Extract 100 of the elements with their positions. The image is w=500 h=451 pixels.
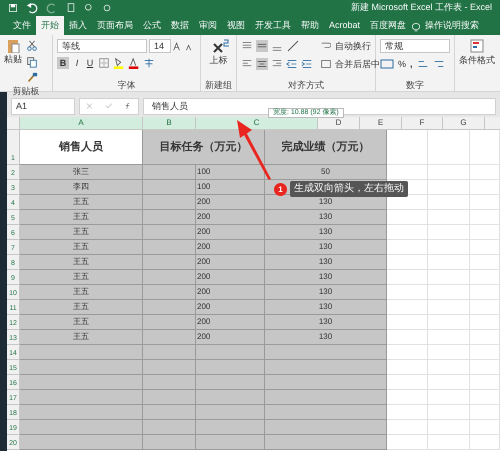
fill-color-icon[interactable]: [113, 56, 125, 70]
font-name-select[interactable]: 等线: [57, 39, 147, 53]
bold-button[interactable]: B: [57, 57, 69, 69]
increase-indent-icon[interactable]: [301, 57, 313, 71]
table-cell: [196, 405, 265, 420]
ribbon-tab[interactable]: 审阅: [194, 16, 222, 35]
table-cell: [143, 285, 196, 300]
table-cell: [470, 165, 500, 180]
merge-center-button[interactable]: 合并后居中: [321, 57, 380, 71]
table-cell: 200: [196, 270, 265, 285]
number-format-select[interactable]: 常规: [380, 39, 450, 53]
table-cell: [387, 210, 428, 225]
column-header[interactable]: E: [360, 117, 402, 129]
orientation-icon[interactable]: [286, 39, 300, 53]
phonetic-icon[interactable]: [143, 56, 155, 70]
group-label: 对齐方式: [287, 79, 325, 91]
table-cell: [143, 255, 196, 270]
table-cell: [470, 210, 500, 225]
undo-icon[interactable]: [26, 1, 38, 15]
italic-button[interactable]: I: [72, 57, 82, 69]
ribbon-tab[interactable]: 视图: [222, 16, 250, 35]
table-cell: [428, 210, 470, 225]
ribbon-tab[interactable]: 公式: [138, 16, 166, 35]
callout-label: 生成双向箭头，左右拖动: [290, 181, 408, 197]
column-header[interactable]: A: [20, 117, 143, 129]
decrease-indent-icon[interactable]: [286, 57, 298, 71]
table-cell: [470, 130, 500, 165]
ribbon-tab[interactable]: 帮助: [296, 16, 324, 35]
font-color-icon[interactable]: [128, 56, 140, 70]
tell-me-search[interactable]: 操作说明搜索: [421, 16, 484, 35]
scissors-icon[interactable]: [26, 39, 38, 53]
table-cell: [387, 225, 428, 240]
ribbon-tab[interactable]: 开始: [36, 16, 64, 35]
table-cell: [428, 225, 470, 240]
table-cell: [196, 420, 265, 435]
table-cell: [470, 240, 500, 255]
paintbrush-icon[interactable]: [26, 71, 38, 85]
copy-icon[interactable]: [26, 55, 38, 69]
ribbon-tab[interactable]: 百度网盘: [365, 16, 412, 35]
table-cell: [470, 360, 500, 375]
table-cell: [143, 195, 196, 210]
superscript-button[interactable]: 上标: [210, 53, 228, 67]
table-cell: 王五: [20, 210, 143, 225]
table-cell: 100: [196, 165, 265, 180]
table-cell: [470, 285, 500, 300]
ribbon-tab[interactable]: 插入: [64, 16, 92, 35]
align-center-icon[interactable]: [256, 57, 268, 71]
table-cell: [470, 435, 500, 450]
table-cell: [470, 420, 500, 435]
name-box[interactable]: A1: [11, 98, 75, 114]
conditional-format-icon[interactable]: [469, 39, 485, 53]
table-cell: [428, 165, 470, 180]
table-cell: 王五: [20, 225, 143, 240]
column-header[interactable]: B: [143, 117, 196, 129]
table-cell: 130: [265, 330, 387, 345]
ribbon-tab[interactable]: 页面布局: [92, 16, 138, 35]
table-cell: 张三: [20, 165, 143, 180]
ribbon-tab[interactable]: 文件: [8, 16, 36, 35]
percent-button[interactable]: %: [398, 58, 406, 70]
borders-icon[interactable]: [98, 56, 110, 70]
table-cell: [196, 345, 265, 360]
table-cell: [387, 390, 428, 405]
table-cell: [387, 130, 428, 165]
table-cell: 200: [196, 195, 265, 210]
ribbon-tab[interactable]: 开发工具: [250, 16, 296, 35]
table-cell: [387, 405, 428, 420]
save-icon[interactable]: [8, 1, 18, 15]
wrap-text-button[interactable]: 自动换行: [321, 39, 380, 53]
table-cell: [470, 225, 500, 240]
column-header[interactable]: C: [196, 117, 318, 129]
paste-button[interactable]: 粘贴: [4, 53, 22, 65]
table-cell: 目标任务（万元）: [143, 130, 265, 165]
table-cell: [428, 315, 470, 330]
conditional-format-button[interactable]: 条件格式: [459, 53, 495, 67]
underline-button[interactable]: U: [85, 57, 95, 69]
merge-cells-icon[interactable]: [321, 57, 331, 71]
table-cell: 王五: [20, 315, 143, 330]
table-cell: [428, 195, 470, 210]
table-cell: [470, 330, 500, 345]
table-cell: 200: [196, 240, 265, 255]
ribbon-tab[interactable]: 数据: [166, 16, 194, 35]
table-cell: [428, 240, 470, 255]
table-cell: [387, 315, 428, 330]
table-cell: [470, 375, 500, 390]
table-cell: 完成业绩（万元）: [265, 130, 387, 165]
ribbon-tab[interactable]: Acrobat: [324, 16, 366, 35]
column-header[interactable]: G: [443, 117, 485, 129]
column-header[interactable]: F: [402, 117, 443, 129]
comma-button[interactable]: ,: [410, 58, 413, 70]
table-cell: [143, 240, 196, 255]
table-cell: [428, 285, 470, 300]
table-cell: 王五: [20, 285, 143, 300]
table-cell: [428, 405, 470, 420]
align-middle-icon[interactable]: [256, 39, 268, 53]
table-cell: [428, 420, 470, 435]
table-cell: [143, 375, 196, 390]
table-cell: [387, 285, 428, 300]
table-cell: [196, 375, 265, 390]
font-size-select[interactable]: 14: [149, 39, 171, 53]
table-cell: [387, 345, 428, 360]
